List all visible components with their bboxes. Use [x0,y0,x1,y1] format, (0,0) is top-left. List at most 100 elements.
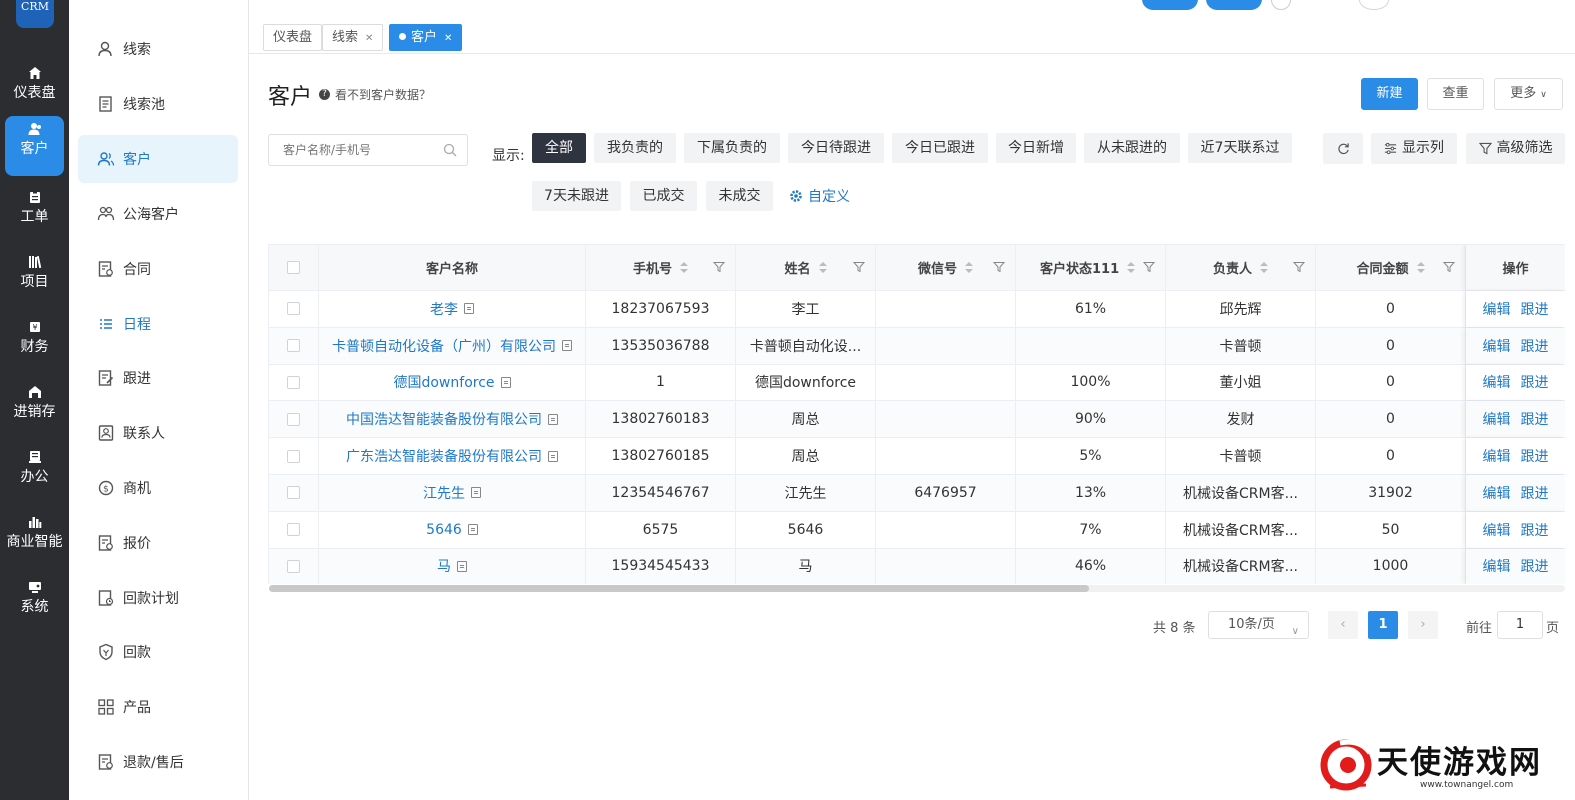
copy-icon[interactable] [464,303,474,315]
filter-chip-all[interactable]: 全部 [532,133,586,163]
sort-icon[interactable] [818,261,827,274]
rail-item-office[interactable]: 办公 [0,444,69,504]
goto-page-input[interactable]: 1 [1497,611,1543,639]
sidebar-item-schedule[interactable]: 日程 [78,300,238,348]
row-checkbox[interactable] [287,339,300,353]
user-avatar[interactable] [1359,0,1389,10]
columns-button[interactable]: 显示列 [1371,133,1457,164]
prev-page-button[interactable]: ‹ [1328,611,1358,639]
column-header-status[interactable]: 客户状态111 [1016,245,1166,290]
filter-chip-today-done[interactable]: 今日已跟进 [892,133,988,163]
sidebar-item-lead-pool[interactable]: 线索池 [78,80,238,128]
sort-icon[interactable] [1416,261,1425,274]
filter-chip-not-followed-7d[interactable]: 7天未跟进 [532,181,621,211]
filter-chip-subordinates[interactable]: 下属负责的 [684,133,780,163]
table-row[interactable]: 老李 18237067593 李工 61% 邱先辉 0 编辑 跟进 [269,291,1565,328]
sort-icon[interactable] [1127,261,1136,274]
column-header-phone[interactable]: 手机号 [586,245,736,290]
row-checkbox[interactable] [287,302,300,316]
row-checkbox[interactable] [287,449,300,463]
column-header-owner[interactable]: 负责人 [1166,245,1316,290]
followup-link[interactable]: 跟进 [1521,483,1549,503]
tab-customers[interactable]: 客户 ✕ [389,24,463,51]
sidebar-item-payment-plan[interactable]: 回款计划 [78,574,238,622]
row-checkbox[interactable] [287,486,300,500]
rail-item-dashboard[interactable]: 仪表盘 [0,60,69,120]
filter-chip-not-closed[interactable]: 未成交 [706,181,773,211]
row-checkbox[interactable] [287,375,300,389]
sidebar-item-contacts[interactable]: 联系人 [78,409,238,457]
table-row[interactable]: 广东浩达智能装备股份有限公司 13802760185 周总 5% 卡普顿 0 编辑 跟进 [269,438,1565,475]
column-header-wechat[interactable]: 微信号 [876,245,1016,290]
filter-icon[interactable] [1293,261,1305,273]
edit-link[interactable]: 编辑 [1483,446,1511,466]
top-action-button[interactable] [1142,0,1198,10]
followup-link[interactable]: 跟进 [1521,520,1549,540]
sidebar-item-payments[interactable]: 回款 [78,628,238,676]
crm-logo[interactable]: CRM [16,0,54,28]
sidebar-item-contracts[interactable]: 合同 [78,245,238,293]
rail-item-inventory[interactable]: 进销存 [0,379,69,439]
refresh-button[interactable] [1323,133,1363,164]
sort-icon[interactable] [965,261,973,274]
followup-link[interactable]: 跟进 [1521,372,1549,392]
edit-link[interactable]: 编辑 [1483,520,1511,540]
customer-name-link[interactable]: 广东浩达智能装备股份有限公司 [346,446,542,466]
notification-icon[interactable] [1271,0,1291,10]
edit-link[interactable]: 编辑 [1483,556,1511,576]
duplicate-check-button[interactable]: 查重 [1427,78,1484,110]
custom-filter-link[interactable]: 自定义 [789,186,850,206]
filter-icon[interactable] [993,261,1005,273]
table-row[interactable]: 德国downforce 1 德国downforce 100% 董小姐 0 编辑 跟进 [269,364,1565,402]
sidebar-item-followup[interactable]: 跟进 [78,354,238,402]
sort-icon[interactable] [680,261,688,274]
edit-link[interactable]: 编辑 [1483,483,1511,503]
column-header-contact-name[interactable]: 姓名 [736,245,876,290]
followup-link[interactable]: 跟进 [1521,299,1549,319]
new-button[interactable]: 新建 [1361,78,1418,110]
filter-icon[interactable] [713,261,725,273]
top-action-button[interactable] [1206,0,1262,10]
sidebar-item-refunds[interactable]: 退款/售后 [78,738,238,786]
followup-link[interactable]: 跟进 [1521,446,1549,466]
rail-item-projects[interactable]: 项目 [0,249,69,309]
followup-link[interactable]: 跟进 [1521,556,1549,576]
table-row[interactable]: 5646 6575 5646 7% 机械设备CRM客... 50 编辑 跟进 [269,511,1565,549]
edit-link[interactable]: 编辑 [1483,336,1511,356]
table-row[interactable]: 马 15934545433 马 46% 机械设备CRM客... 1000 编辑 跟进 [269,548,1565,584]
rail-item-customers[interactable]: 客户 [5,116,64,176]
sidebar-item-leads[interactable]: 线索 [78,25,238,73]
column-header-contract-amount[interactable]: 合同金额 [1316,245,1466,290]
copy-icon[interactable] [500,376,511,388]
search-input[interactable] [283,143,433,157]
filter-chip-never-followed[interactable]: 从未跟进的 [1084,133,1180,163]
advanced-filter-button[interactable]: 高级筛选 [1466,133,1565,164]
copy-icon[interactable] [562,340,572,352]
customer-name-link[interactable]: 马 [437,556,451,576]
customer-name-link[interactable]: 江先生 [423,483,465,503]
sidebar-item-customers[interactable]: 客户 [78,135,238,183]
row-checkbox[interactable] [287,523,300,537]
followup-link[interactable]: 跟进 [1521,409,1549,429]
sidebar-item-products[interactable]: 产品 [78,683,238,731]
table-row[interactable]: 江先生 12354546767 江先生 6476957 13% 机械设备CRM客... 31… [269,475,1565,512]
sort-icon[interactable] [1260,261,1268,274]
sidebar-item-quotes[interactable]: 报价 [78,519,238,567]
column-header-customer-name[interactable]: 客户名称 [319,245,586,290]
copy-icon[interactable] [467,524,478,536]
sidebar-item-opportunities[interactable]: $ 商机 [78,464,238,512]
followup-link[interactable]: 跟进 [1521,336,1549,356]
row-checkbox[interactable] [287,412,300,426]
customer-name-link[interactable]: 中国浩达智能装备股份有限公司 [346,409,542,429]
rail-item-tickets[interactable]: 工单 [0,184,69,244]
copy-icon[interactable] [457,560,467,572]
copy-icon[interactable] [471,487,481,499]
customer-name-link[interactable]: 卡普顿自动化设备（广州）有限公司 [332,336,556,356]
table-row[interactable]: 中国浩达智能装备股份有限公司 13802760183 周总 90% 发财 0 编辑 跟进 [269,401,1565,439]
copy-icon[interactable] [548,413,558,425]
horizontal-scrollbar-thumb[interactable] [269,585,1089,592]
edit-link[interactable]: 编辑 [1483,409,1511,429]
copy-icon[interactable] [548,450,558,462]
close-icon[interactable]: ✕ [365,33,373,44]
filter-chip-closed[interactable]: 已成交 [630,181,697,211]
